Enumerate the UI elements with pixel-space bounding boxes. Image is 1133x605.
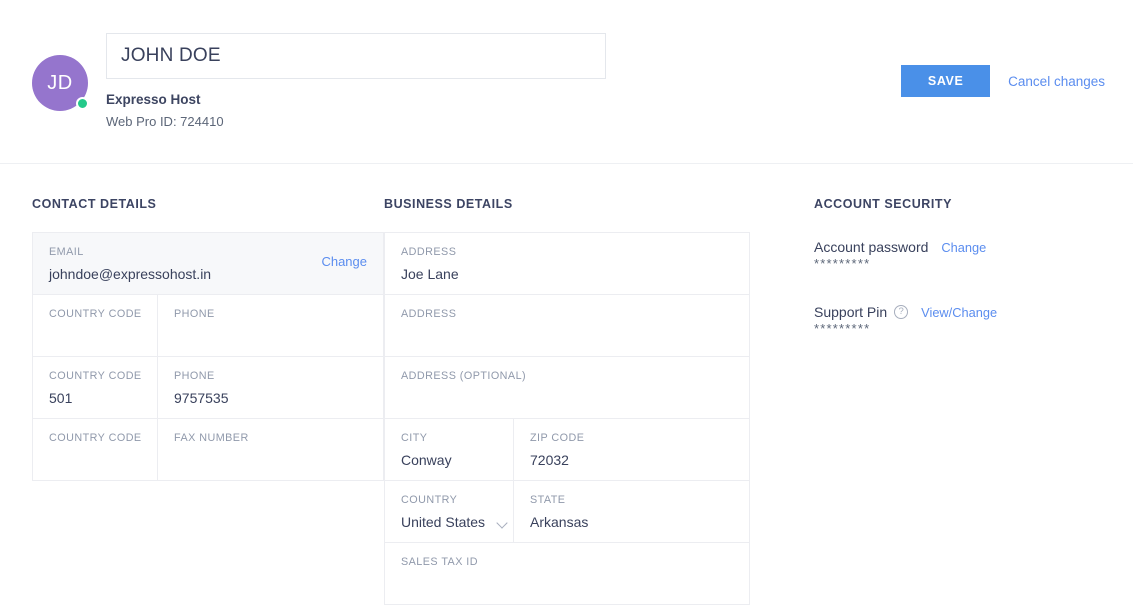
address-line2-label: ADDRESS — [401, 308, 457, 320]
address-line3-field[interactable]: ADDRESS (optional) — [385, 357, 749, 418]
address-line1-value: Joe Lane — [401, 266, 459, 282]
phone2-value: 9757535 — [174, 390, 229, 406]
phone1-field[interactable]: PHONE — [157, 295, 383, 356]
phone2-country-code-label: COUNTRY CODE — [49, 370, 142, 382]
address-line1-label: ADDRESS — [401, 246, 457, 258]
view-change-support-pin-link[interactable]: View/Change — [921, 305, 997, 320]
state-value: Arkansas — [530, 514, 589, 530]
support-pin-block: Support Pin ? View/Change ********* — [814, 304, 1114, 336]
state-label: STATE — [530, 494, 566, 506]
phone1-country-code-label: COUNTRY CODE — [49, 308, 142, 320]
save-button[interactable]: SAVE — [901, 65, 991, 97]
address-line3-value — [401, 389, 749, 407]
zip-code-value: 72032 — [530, 452, 569, 468]
online-status-dot — [76, 97, 89, 110]
change-email-link[interactable]: Change — [321, 254, 367, 269]
company-name: Expresso Host — [106, 92, 201, 107]
profile-header: JD Expresso Host Web Pro ID: 724410 SAVE… — [0, 0, 1133, 164]
phone2-country-code-value: 501 — [49, 390, 73, 406]
contact-details-table: EMAIL johndoe@expressohost.in Change COU… — [32, 232, 384, 481]
address-line1-field[interactable]: ADDRESS Joe Lane — [385, 233, 749, 294]
phone1-label: PHONE — [174, 308, 215, 320]
city-field[interactable]: CITY Conway — [385, 419, 513, 480]
change-password-link[interactable]: Change — [941, 240, 986, 255]
phone2-field[interactable]: PHONE 9757535 — [157, 357, 383, 418]
country-select[interactable]: COUNTRY United States — [385, 481, 513, 542]
phone1-value — [174, 327, 383, 345]
full-name-input[interactable] — [106, 33, 606, 79]
support-pin-mask: ********* — [814, 321, 871, 336]
table-row: ADDRESS Joe Lane — [385, 233, 749, 295]
country-label: COUNTRY — [401, 494, 458, 506]
sales-tax-id-value — [401, 575, 749, 593]
table-row: CITY Conway ZIP CODE 72032 — [385, 419, 749, 481]
fax-country-code-label: COUNTRY CODE — [49, 432, 142, 444]
support-pin-label: Support Pin — [814, 304, 888, 320]
city-value: Conway — [401, 452, 452, 468]
support-pin-row: Support Pin ? View/Change — [814, 304, 1114, 320]
business-details-table: ADDRESS Joe Lane ADDRESS ADDRESS (option… — [384, 232, 750, 605]
phone2-country-code-field[interactable]: COUNTRY CODE 501 — [33, 357, 157, 418]
zip-code-label: ZIP CODE — [530, 432, 585, 444]
country-value-wrap: United States — [401, 513, 513, 531]
account-security-title: ACCOUNT SECURITY — [814, 197, 952, 211]
contact-details-column: CONTACT DETAILS EMAIL johndoe@expressoho… — [32, 164, 384, 481]
business-details-column: BUSINESS DETAILS ADDRESS Joe Lane ADDRES… — [384, 164, 750, 605]
address-line2-value — [401, 327, 749, 345]
phone2-label: PHONE — [174, 370, 215, 382]
header-actions: SAVE Cancel changes — [901, 65, 1133, 97]
table-row: SALES TAX ID — [385, 543, 749, 605]
fax-number-field[interactable]: FAX NUMBER — [157, 419, 383, 480]
sales-tax-id-field[interactable]: SALES TAX ID — [385, 543, 749, 604]
address-line2-field[interactable]: ADDRESS — [385, 295, 749, 356]
city-label: CITY — [401, 432, 428, 444]
table-row: COUNTRY CODE FAX NUMBER — [33, 419, 383, 481]
account-password-label: Account password — [814, 239, 929, 255]
help-circle-icon[interactable]: ? — [894, 305, 909, 319]
fax-number-value — [174, 451, 383, 469]
contact-details-title: CONTACT DETAILS — [32, 197, 157, 211]
account-password-block: Account password Change ********* — [814, 239, 1114, 271]
phone1-country-code-value — [49, 327, 157, 345]
table-row: ADDRESS (optional) — [385, 357, 749, 419]
table-row: ADDRESS — [385, 295, 749, 357]
address-line3-label: ADDRESS (optional) — [401, 370, 527, 382]
account-security-column: ACCOUNT SECURITY Account password Change… — [814, 164, 1114, 336]
account-password-mask: ********* — [814, 256, 871, 271]
email-field: EMAIL johndoe@expressohost.in Change — [33, 233, 383, 294]
state-field[interactable]: STATE Arkansas — [513, 481, 749, 542]
avatar[interactable]: JD — [32, 55, 89, 111]
table-row: COUNTRY CODE 501 PHONE 9757535 — [33, 357, 383, 419]
fax-number-label: FAX NUMBER — [174, 432, 249, 444]
sales-tax-id-label: SALES TAX ID — [401, 556, 479, 568]
table-row: COUNTRY United States STATE Arkansas — [385, 481, 749, 543]
fax-country-code-field[interactable]: COUNTRY CODE — [33, 419, 157, 480]
zip-code-field[interactable]: ZIP CODE 72032 — [513, 419, 749, 480]
cancel-changes-link[interactable]: Cancel changes — [1008, 74, 1105, 89]
account-password-row: Account password Change — [814, 239, 1114, 255]
fax-country-code-value — [49, 451, 157, 469]
chevron-down-icon — [498, 519, 509, 526]
email-row: EMAIL johndoe@expressohost.in Change — [33, 233, 383, 295]
phone1-country-code-field[interactable]: COUNTRY CODE — [33, 295, 157, 356]
business-details-title: BUSINESS DETAILS — [384, 197, 513, 211]
table-row: COUNTRY CODE PHONE — [33, 295, 383, 357]
web-pro-id: Web Pro ID: 724410 — [106, 114, 224, 129]
country-value: United States — [401, 514, 486, 530]
